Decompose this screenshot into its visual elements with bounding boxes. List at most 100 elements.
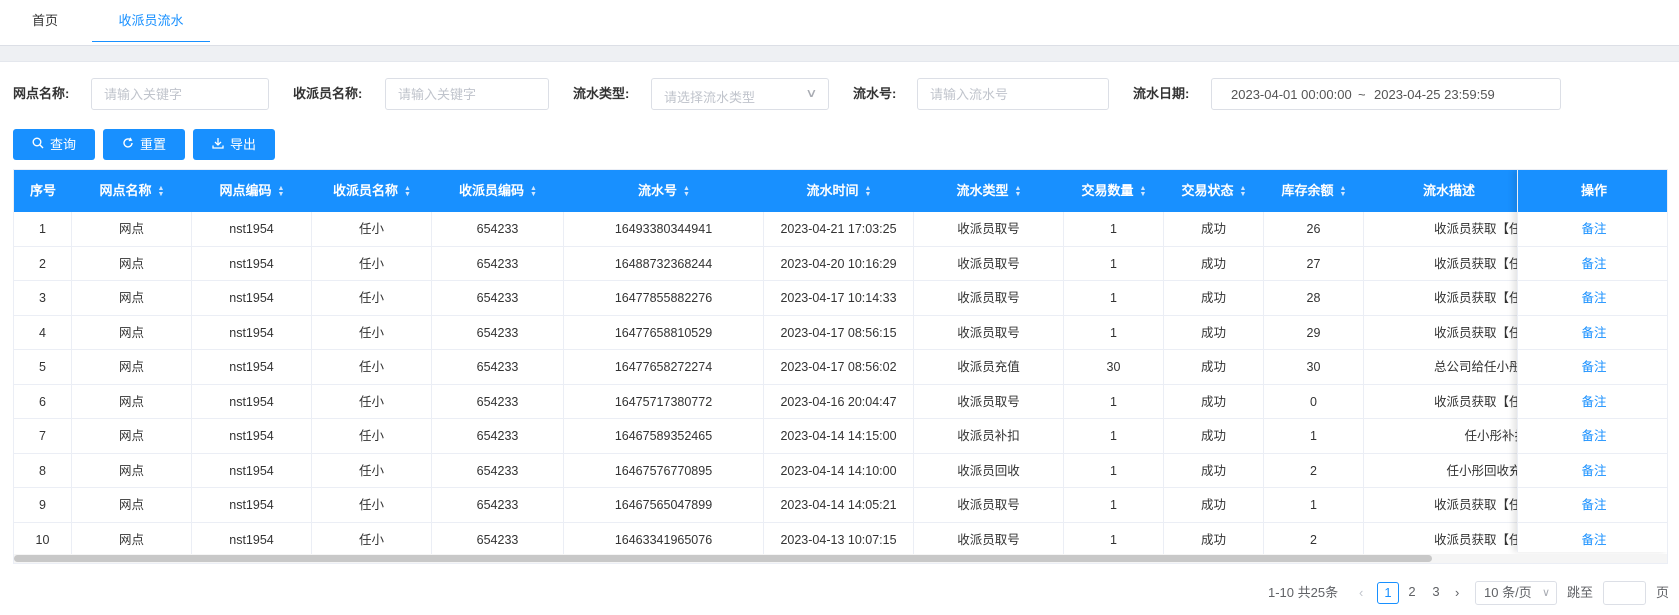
remark-link[interactable]: 备注 bbox=[1518, 350, 1667, 385]
table-row: 10 网点 nst1954 任小 654233 16463341965076 2023-04… bbox=[14, 522, 1667, 557]
scrollbar-thumb[interactable] bbox=[14, 555, 1432, 562]
page-1[interactable]: 1 bbox=[1377, 582, 1399, 604]
sort-icon[interactable]: ▲ ▼ bbox=[1015, 185, 1022, 198]
reset-button-label: 重置 bbox=[139, 137, 166, 152]
column-header-5[interactable]: 流水号 ▲ ▼ bbox=[564, 170, 764, 212]
column-header-4[interactable]: 收派员编码 ▲ ▼ bbox=[432, 170, 564, 212]
column-header-label: 流水类型 bbox=[956, 183, 1009, 198]
remark-link[interactable]: 备注 bbox=[1518, 316, 1667, 350]
sort-icon[interactable]: ▲ ▼ bbox=[278, 185, 285, 198]
table-cell: 8 bbox=[14, 453, 72, 488]
page-2[interactable]: 2 bbox=[1401, 582, 1423, 604]
remark-link[interactable]: 备注 bbox=[1518, 212, 1667, 247]
reset-button[interactable]: 重置 bbox=[103, 129, 185, 160]
column-header-7[interactable]: 流水类型 ▲ ▼ bbox=[914, 170, 1064, 212]
flow-no-input[interactable] bbox=[917, 78, 1109, 110]
flow-type-select[interactable]: 请选择流水类型 ∨ bbox=[651, 78, 829, 110]
table-cell: 收派员回收 bbox=[914, 453, 1064, 488]
horizontal-scrollbar[interactable] bbox=[14, 554, 1667, 563]
column-header-2[interactable]: 网点编码 ▲ ▼ bbox=[192, 170, 312, 212]
table-cell: 任小 bbox=[312, 281, 432, 315]
date-separator: ~ bbox=[1358, 87, 1366, 102]
action-column-header: 操作 bbox=[1518, 170, 1667, 212]
sort-icon[interactable]: ▲ ▼ bbox=[683, 185, 690, 198]
table-cell: 网点 bbox=[72, 315, 192, 350]
table-cell: nst1954 bbox=[192, 281, 312, 315]
sort-icon[interactable]: ▲ ▼ bbox=[530, 185, 537, 198]
column-header-10[interactable]: 库存余额 ▲ ▼ bbox=[1264, 170, 1364, 212]
column-header-label: 网点编码 bbox=[219, 183, 272, 198]
table-cell: 成功 bbox=[1164, 350, 1264, 384]
sort-icon[interactable]: ▲ ▼ bbox=[404, 185, 411, 198]
flow-date-range-picker[interactable]: 2023-04-01 00:00:00 ~ 2023-04-25 23:59:5… bbox=[1211, 78, 1561, 110]
remark-link[interactable]: 备注 bbox=[1518, 419, 1667, 454]
table-cell: 0 bbox=[1264, 384, 1364, 419]
table-cell: 收派员获取【任小 bbox=[1433, 394, 1534, 409]
remark-link[interactable]: 备注 bbox=[1518, 454, 1667, 488]
column-header-8[interactable]: 交易数量 ▲ ▼ bbox=[1064, 170, 1164, 212]
page-3[interactable]: 3 bbox=[1425, 582, 1447, 604]
jump-page-input[interactable] bbox=[1603, 581, 1646, 605]
sort-icon[interactable]: ▲ ▼ bbox=[158, 185, 165, 198]
flow-type-label: 流水类型: bbox=[573, 86, 630, 101]
table-cell: 网点 bbox=[72, 522, 192, 557]
column-header-9[interactable]: 交易状态 ▲ ▼ bbox=[1164, 170, 1264, 212]
tab-courier-flow[interactable]: 收派员流水 bbox=[92, 0, 210, 42]
query-button[interactable]: 查询 bbox=[13, 129, 95, 160]
sort-icon[interactable]: ▲ ▼ bbox=[1140, 185, 1147, 198]
table-cell: 收派员获取【任小 bbox=[1433, 256, 1534, 271]
table-cell: 654233 bbox=[432, 384, 564, 419]
page-size-select[interactable]: 10 条/页 ∨ bbox=[1475, 581, 1557, 605]
pagination-summary: 1-10 共25条 bbox=[1268, 585, 1339, 600]
table-cell: 30 bbox=[1264, 350, 1364, 384]
table-cell: 收派员充值 bbox=[914, 350, 1064, 384]
remark-link[interactable]: 备注 bbox=[1518, 281, 1667, 316]
table-cell: 收派员获取【任小 bbox=[1433, 222, 1534, 236]
column-header-label: 流水描述 bbox=[1422, 183, 1475, 198]
table-cell: 成功 bbox=[1164, 212, 1264, 246]
prev-page-icon[interactable]: ‹ bbox=[1359, 583, 1363, 603]
table-cell: 1 bbox=[1264, 419, 1364, 453]
content-divider bbox=[0, 46, 1679, 62]
table-cell: 16477855882276 bbox=[564, 281, 764, 315]
sort-icon[interactable]: ▲ ▼ bbox=[1340, 185, 1347, 198]
sort-icon[interactable]: ▲ ▼ bbox=[1240, 185, 1247, 198]
tab-home[interactable]: 首页 bbox=[18, 0, 72, 42]
table-cell: 2 bbox=[1264, 453, 1364, 488]
table-cell: 16493380344941 bbox=[564, 212, 764, 246]
table-cell: nst1954 bbox=[192, 384, 312, 419]
search-icon bbox=[32, 129, 44, 160]
table-cell: 16477658810529 bbox=[564, 315, 764, 350]
table-cell: 收派员取号 bbox=[914, 384, 1064, 419]
next-page-icon[interactable]: › bbox=[1455, 583, 1459, 603]
date-end: 2023-04-25 23:59:59 bbox=[1374, 87, 1495, 102]
column-header-6[interactable]: 流水时间 ▲ ▼ bbox=[764, 170, 914, 212]
table-cell: nst1954 bbox=[192, 246, 312, 281]
table-cell: 2023-04-14 14:10:00 bbox=[764, 453, 914, 488]
table-cell: 2023-04-20 10:16:29 bbox=[764, 246, 914, 281]
table-cell: 2023-04-14 14:15:00 bbox=[764, 419, 914, 453]
outlet-name-input[interactable] bbox=[91, 78, 269, 110]
table-cell: 29 bbox=[1264, 315, 1364, 350]
chevron-down-icon: ∨ bbox=[805, 86, 818, 100]
remark-link[interactable]: 备注 bbox=[1518, 247, 1667, 281]
remark-link[interactable]: 备注 bbox=[1518, 385, 1667, 419]
flow-type-placeholder: 请选择流水类型 bbox=[664, 90, 756, 105]
remark-link[interactable]: 备注 bbox=[1518, 488, 1667, 523]
column-header-0: 序号 bbox=[14, 170, 72, 212]
table-cell: nst1954 bbox=[192, 522, 312, 557]
table-cell: 任小 bbox=[312, 522, 432, 557]
export-button[interactable]: 导出 bbox=[193, 129, 275, 160]
table-cell: 网点 bbox=[72, 384, 192, 419]
column-header-label: 流水时间 bbox=[806, 183, 859, 198]
courier-name-input[interactable] bbox=[385, 78, 549, 110]
table-cell: 收派员取号 bbox=[914, 246, 1064, 281]
table-cell: 26 bbox=[1264, 212, 1364, 246]
sort-icon[interactable]: ▲ ▼ bbox=[865, 185, 872, 198]
column-header-label: 交易状态 bbox=[1181, 183, 1234, 198]
table-cell: 成功 bbox=[1164, 281, 1264, 315]
column-header-1[interactable]: 网点名称 ▲ ▼ bbox=[72, 170, 192, 212]
remark-link[interactable]: 备注 bbox=[1518, 523, 1667, 557]
table-cell: 1 bbox=[1064, 281, 1164, 315]
column-header-3[interactable]: 收派员名称 ▲ ▼ bbox=[312, 170, 432, 212]
